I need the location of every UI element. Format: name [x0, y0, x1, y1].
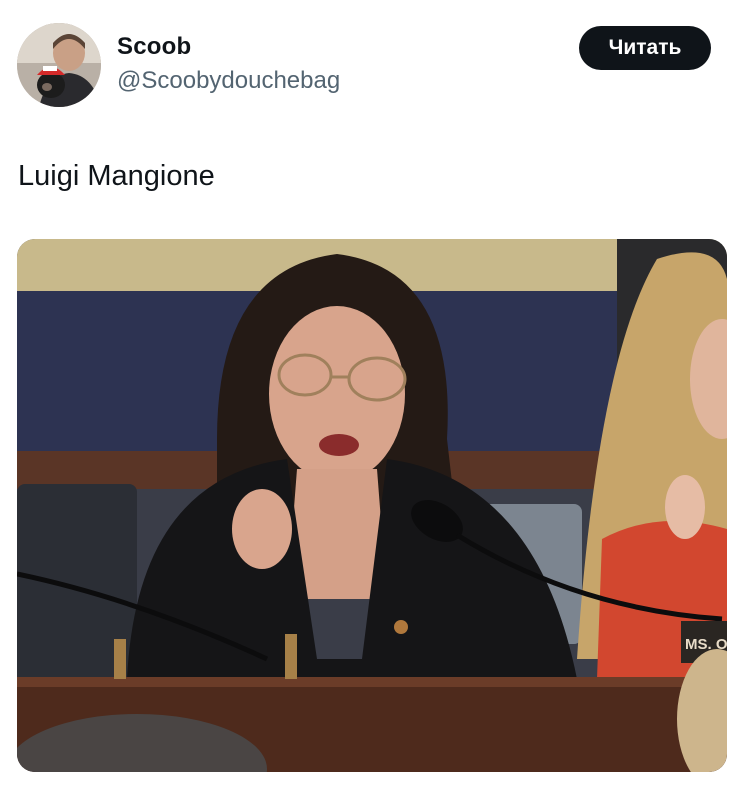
author-avatar[interactable] [17, 23, 101, 107]
photo-scene: MS. O [17, 239, 727, 772]
tweet-media-photo[interactable]: MS. O [17, 239, 727, 772]
author-display-name[interactable]: Scoob [117, 32, 191, 62]
avatar-image [17, 23, 101, 107]
author-handle[interactable]: @Scoobydouchebag [117, 66, 340, 96]
follow-button[interactable]: Читать [579, 26, 711, 70]
tweet-text: Luigi Mangione [18, 160, 215, 192]
tweet-card: Scoob @Scoobydouchebag Читать Luigi Mang… [0, 0, 743, 800]
